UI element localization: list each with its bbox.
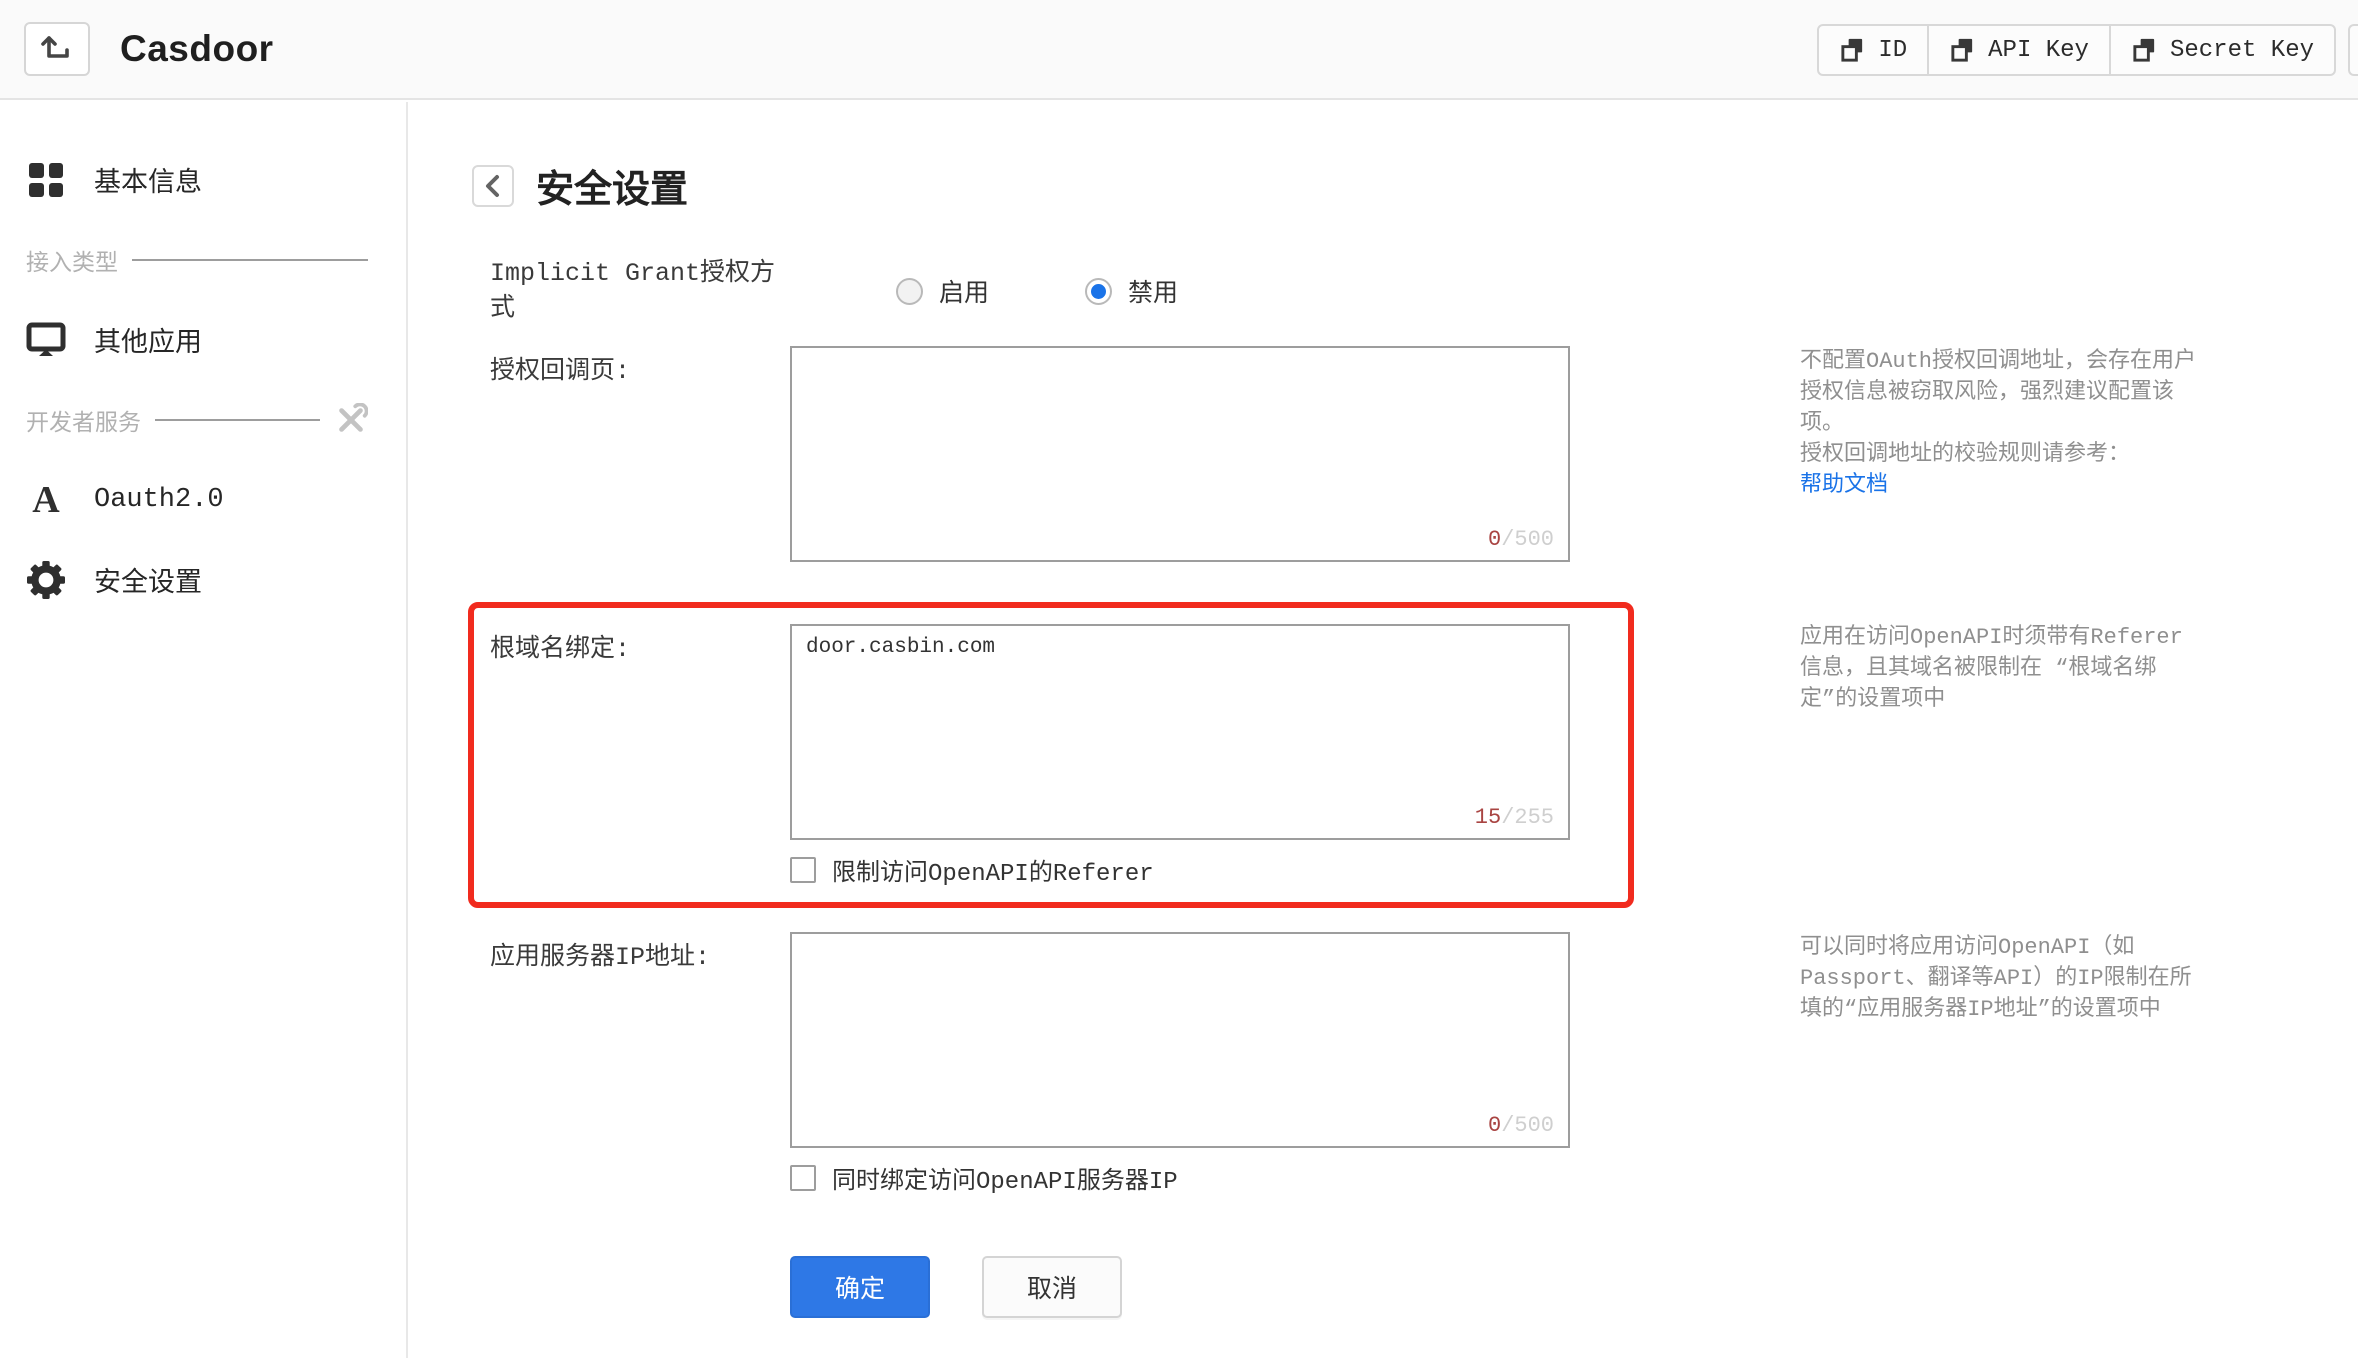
sidebar-divider-access-type: 接入类型	[0, 220, 406, 300]
counter-current: 15	[1474, 805, 1502, 830]
copy-icon	[1951, 38, 1973, 62]
sidebar-item-label: 安全设置	[94, 570, 202, 600]
partial-edge-button[interactable]	[2348, 24, 2358, 76]
ok-button[interactable]: 确定	[790, 1256, 930, 1318]
callback-help-text: 不配置OAuth授权回调地址，会存在用户授权信息被窃取风险，强烈建议配置该项。 …	[1800, 346, 2200, 501]
tools-icon	[339, 403, 368, 432]
callback-char-counter: 0/500	[1488, 527, 1554, 552]
divider-label: 开发者服务	[26, 411, 141, 437]
counter-current: 0	[1487, 527, 1502, 552]
checkbox-label: 限制访问OpenAPI的Referer	[832, 861, 1154, 888]
copy-icon	[1841, 38, 1863, 62]
implicit-grant-radios: 启用 禁用	[790, 273, 1570, 309]
sidebar-item-label: Oauth2.0	[94, 485, 224, 515]
counter-limit: /255	[1501, 805, 1554, 830]
page-back-button[interactable]	[472, 164, 514, 207]
main-content: 安全设置 Implicit Grant授权方式 启用 禁用 授权回调页: 0/5…	[410, 100, 2358, 1358]
server-ip-textarea[interactable]	[790, 932, 1570, 1148]
sidebar: 基本信息 接入类型 其他应用 开发者服务 A Oauth2.0 安全设置	[0, 102, 408, 1358]
server-ip-help-text: 可以同时将应用访问OpenAPI（如Passport、翻译等API）的IP限制在…	[1800, 935, 2192, 1022]
root-domain-label: 根域名绑定:	[490, 635, 631, 664]
implicit-grant-row: Implicit Grant授权方式 启用 禁用	[490, 259, 2350, 323]
radio-label: 禁用	[1128, 280, 1179, 309]
callback-label: 授权回调页:	[490, 357, 631, 386]
monitor-icon	[26, 322, 66, 358]
chevron-left-icon	[486, 174, 499, 197]
sidebar-item-security-settings[interactable]: 安全设置	[0, 540, 406, 620]
callback-textarea-wrap: 0/500	[790, 346, 1570, 562]
server-ip-label: 应用服务器IP地址:	[490, 943, 711, 972]
referer-checkbox-row[interactable]: 限制访问OpenAPI的Referer	[790, 852, 1570, 888]
app-header: Casdoor ID API Key Secret Key	[0, 0, 2358, 100]
gear-icon	[26, 561, 66, 599]
root-domain-char-counter: 15/255	[1475, 805, 1554, 830]
sidebar-item-label: 基本信息	[94, 170, 202, 200]
sidebar-item-oauth2[interactable]: A Oauth2.0	[0, 460, 406, 540]
counter-current: 0	[1487, 1113, 1502, 1138]
server-ip-char-counter: 0/500	[1488, 1113, 1554, 1138]
copy-secret-key-label: Secret Key	[2169, 36, 2314, 64]
up-left-arrow-icon	[41, 36, 69, 58]
copy-id-button[interactable]: ID	[1817, 24, 1930, 76]
sidebar-item-other-apps[interactable]: 其他应用	[0, 300, 406, 380]
copy-api-key-button[interactable]: API Key	[1927, 24, 2111, 76]
sidebar-divider-developer: 开发者服务	[0, 380, 406, 460]
implicit-grant-label: Implicit Grant授权方式	[490, 259, 776, 323]
header-actions: ID API Key Secret Key	[1817, 0, 2358, 100]
sidebar-item-basic-info[interactable]: 基本信息	[0, 140, 406, 220]
security-settings-form: Implicit Grant授权方式 启用 禁用 授权回调页: 0/500 不配…	[468, 259, 2350, 1318]
server-ip-row: 应用服务器IP地址: 0/500 同时绑定访问OpenAPI服务器IP 可以同时…	[490, 932, 2350, 1196]
help-doc-link[interactable]: 帮助文档	[1800, 470, 1888, 501]
root-domain-help-text: 应用在访问OpenAPI时须带有Referer信息，且其域名被限制在 “根域名绑…	[1800, 625, 2183, 712]
app-title: Casdoor	[120, 28, 274, 69]
divider-label: 接入类型	[26, 251, 118, 277]
divider-line	[155, 419, 320, 421]
checkbox-label: 同时绑定访问OpenAPI服务器IP	[832, 1169, 1178, 1196]
copy-secret-key-button[interactable]: Secret Key	[2108, 24, 2336, 76]
root-domain-textarea[interactable]: door.casbin.com	[790, 624, 1570, 840]
root-domain-textarea-wrap: door.casbin.com 15/255	[790, 624, 1570, 840]
copy-icon	[2133, 38, 2155, 62]
help-paragraph: 授权回调地址的校验规则请参考：	[1800, 442, 2131, 467]
checkbox-unchecked[interactable]	[790, 1165, 816, 1191]
radio-label: 启用	[939, 280, 990, 309]
callback-row: 授权回调页: 0/500 不配置OAuth授权回调地址，会存在用户授权信息被窃取…	[490, 346, 2350, 562]
radio-circle-selected	[1085, 277, 1113, 305]
sidebar-item-label: 其他应用	[94, 330, 202, 360]
cancel-button[interactable]: 取消	[982, 1256, 1122, 1318]
radio-option-enable[interactable]: 启用	[896, 273, 989, 309]
help-paragraph: 不配置OAuth授权回调地址，会存在用户授权信息被窃取风险，强烈建议配置该项。	[1800, 349, 2197, 436]
highlight-red-box: 根域名绑定: door.casbin.com 15/255 限制访问OpenAP…	[468, 602, 1634, 908]
page-title-row: 安全设置	[472, 158, 688, 213]
page-title: 安全设置	[536, 169, 689, 211]
radio-circle-unselected	[896, 277, 923, 305]
radio-option-disable[interactable]: 禁用	[1085, 273, 1178, 309]
copy-api-key-label: API Key	[1988, 36, 2089, 64]
checkbox-unchecked[interactable]	[790, 857, 816, 883]
divider-line	[132, 259, 368, 261]
callback-textarea[interactable]	[790, 346, 1570, 562]
form-actions: 确定 取消	[790, 1256, 2350, 1318]
copy-id-label: ID	[1878, 36, 1908, 64]
copy-button-group: ID API Key Secret Key	[1817, 24, 2336, 76]
bind-ip-checkbox-row[interactable]: 同时绑定访问OpenAPI服务器IP	[790, 1160, 1570, 1196]
letter-a-icon: A	[32, 479, 60, 521]
counter-limit: /500	[1501, 527, 1554, 552]
header-back-button[interactable]	[24, 22, 90, 76]
root-domain-row: 根域名绑定: door.casbin.com 15/255 限制访问OpenAP…	[468, 602, 2350, 908]
grid-icon	[26, 163, 66, 197]
counter-limit: /500	[1501, 1113, 1554, 1138]
server-ip-textarea-wrap: 0/500	[790, 932, 1570, 1148]
